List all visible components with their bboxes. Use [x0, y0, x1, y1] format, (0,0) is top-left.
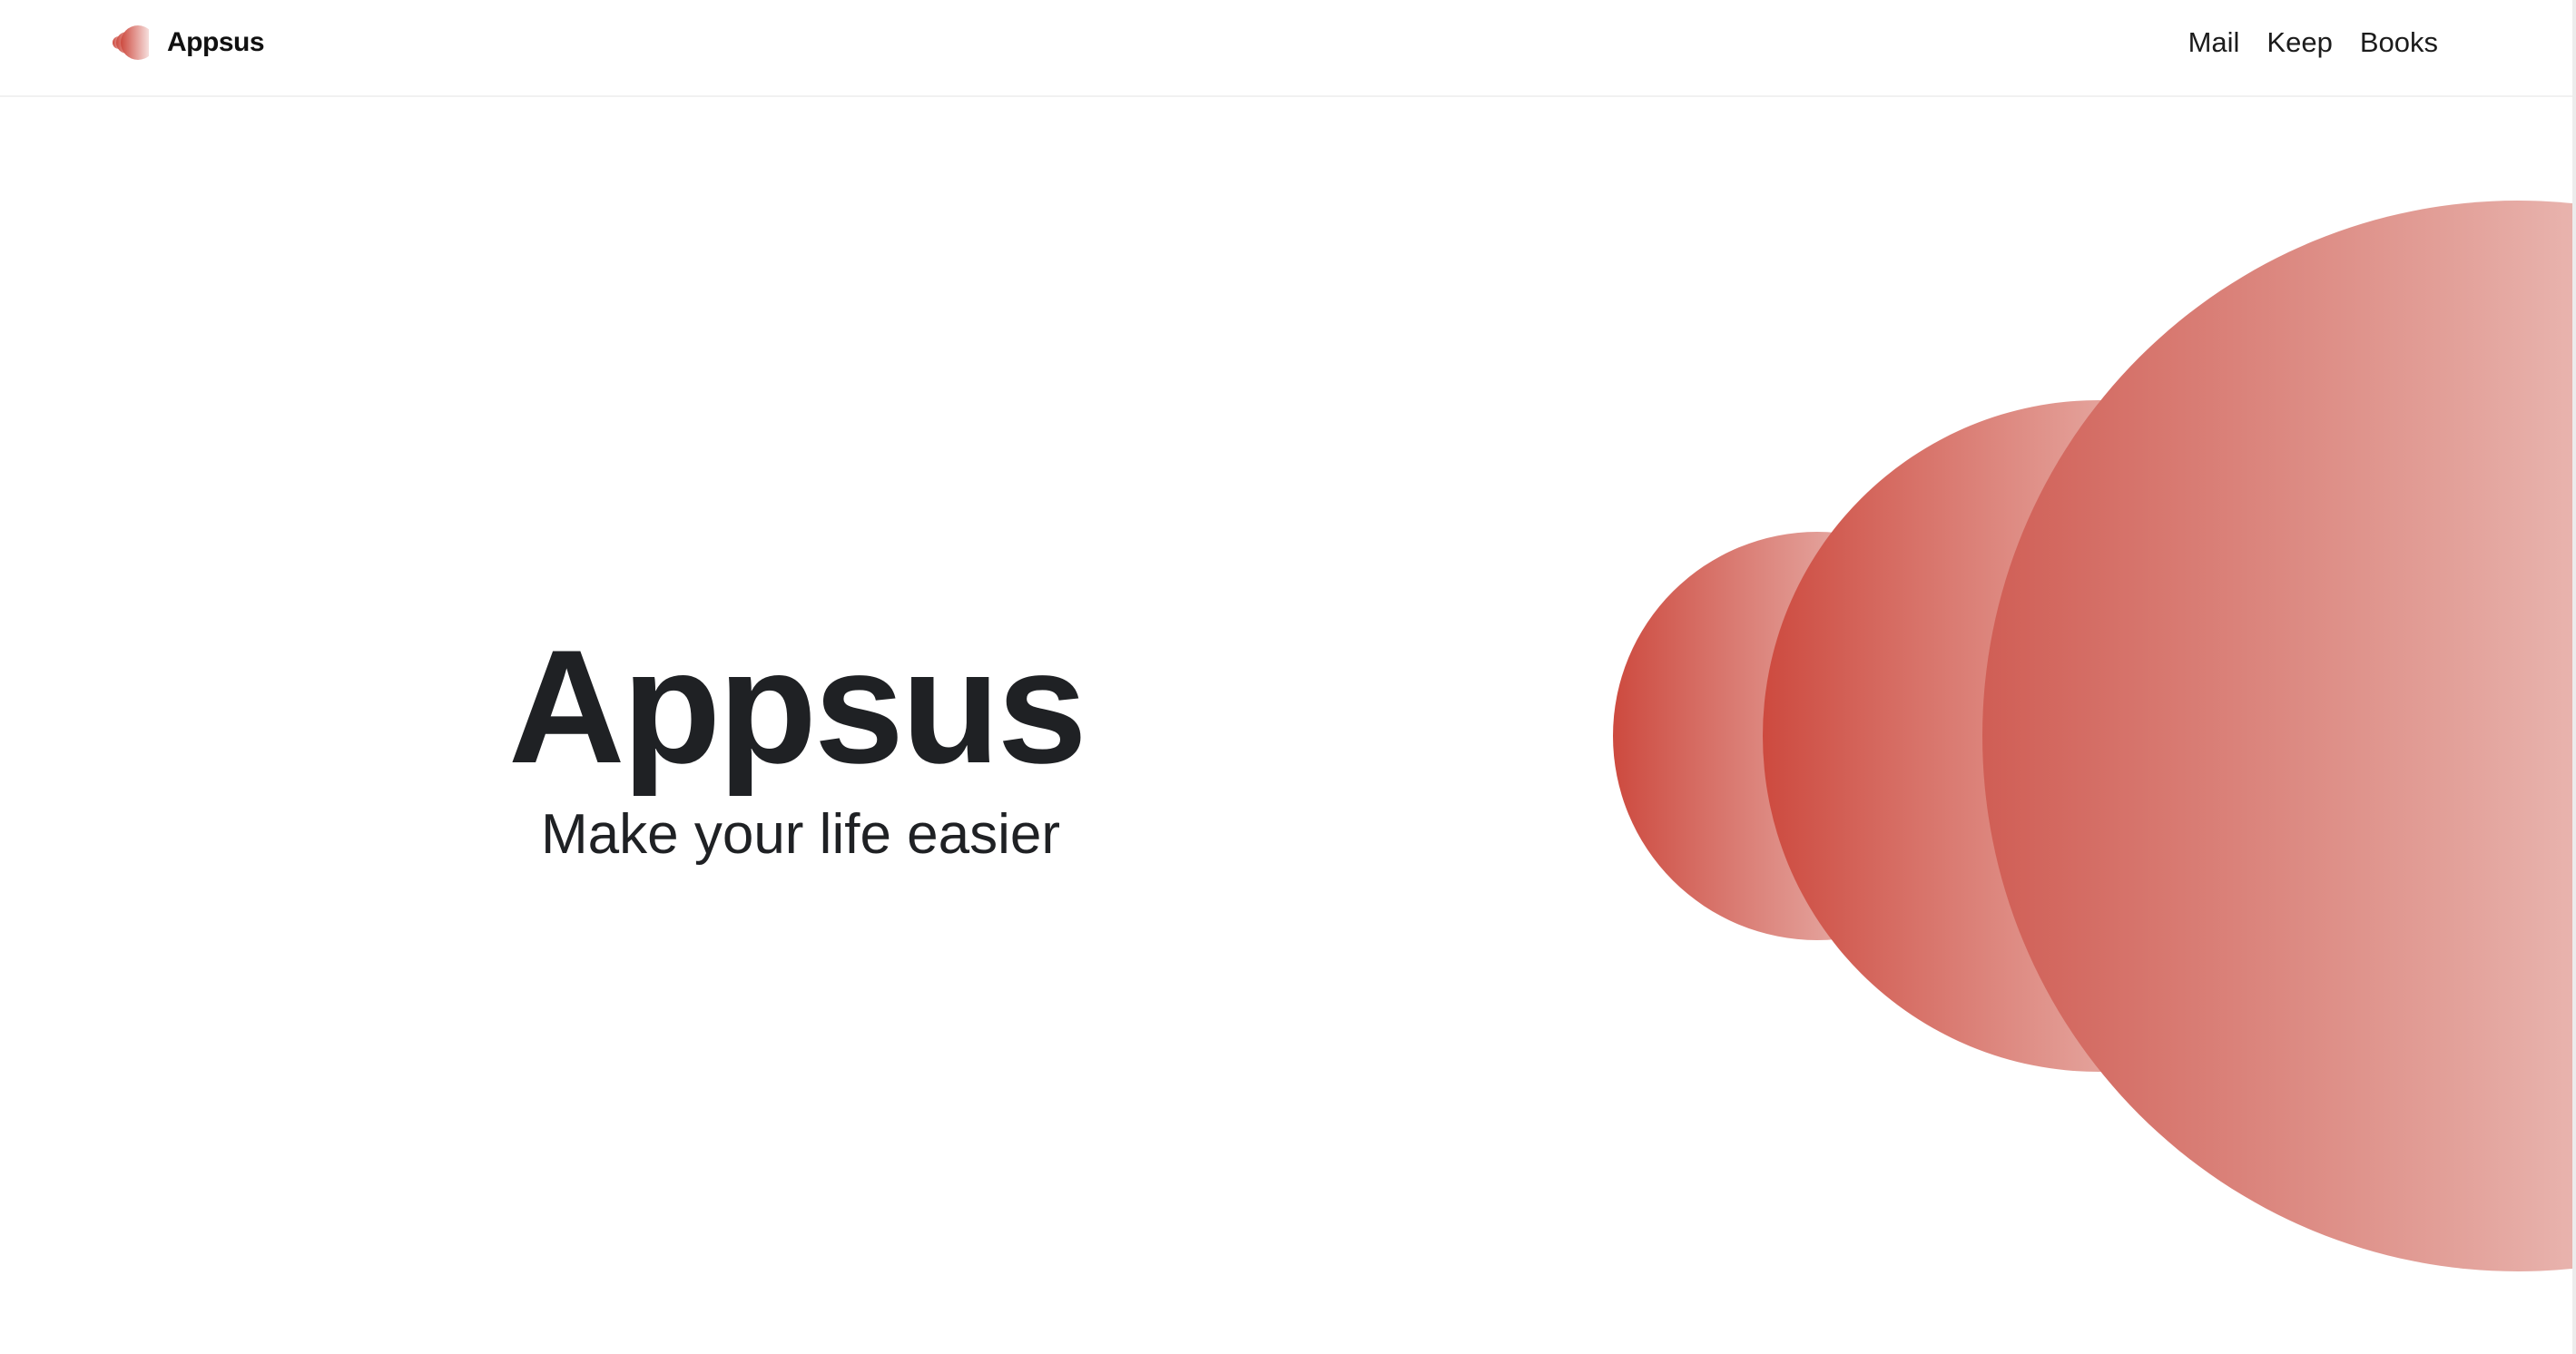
app-header: Appsus Mail Keep Books — [0, 0, 2572, 97]
decorative-circles-illustration — [1613, 201, 2572, 1271]
landing-page: Appsus Mail Keep Books Appsus Make your … — [0, 0, 2576, 1354]
hero: Appsus Make your life easier — [508, 616, 1087, 866]
hero-subtitle: Make your life easier — [541, 803, 1061, 866]
small-circle — [1613, 532, 2021, 940]
brand-name: Appsus — [167, 27, 265, 57]
nav-link-books[interactable]: Books — [2360, 26, 2438, 59]
main-nav: Mail Keep Books — [2188, 20, 2438, 65]
hero-title: Appsus — [508, 616, 1087, 797]
medium-circle — [1763, 400, 2434, 1072]
nav-link-keep[interactable]: Keep — [2266, 26, 2332, 59]
nav-link-mail[interactable]: Mail — [2188, 26, 2240, 59]
scrollbar-track[interactable] — [2572, 0, 2576, 1354]
brand-home-link[interactable]: Appsus — [109, 18, 265, 67]
large-circle — [1982, 201, 2572, 1271]
sound-wave-icon — [109, 23, 149, 63]
